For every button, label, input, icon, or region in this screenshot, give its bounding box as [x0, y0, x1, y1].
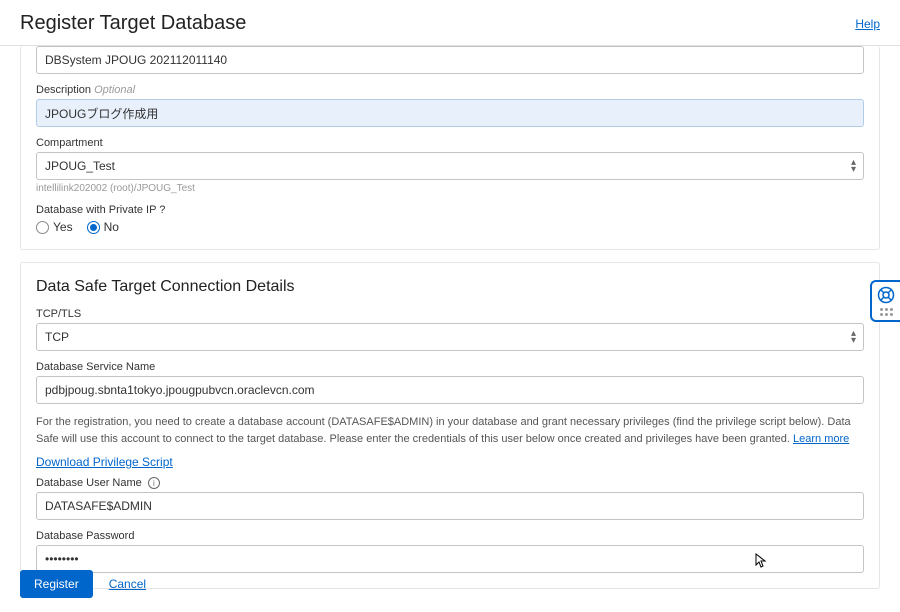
- db-password-label: Database Password: [36, 530, 864, 542]
- radio-yes-label: Yes: [53, 220, 73, 234]
- registration-hint: For the registration, you need to create…: [36, 414, 864, 447]
- compartment-label: Compartment: [36, 137, 864, 149]
- compartment-select[interactable]: [36, 152, 864, 180]
- grid-dots-icon: [880, 308, 893, 316]
- page-title: Register Target Database: [20, 12, 246, 35]
- service-name-label: Database Service Name: [36, 361, 864, 373]
- db-user-label: Database User Name i: [36, 477, 864, 489]
- private-ip-label: Database with Private IP ?: [36, 204, 864, 216]
- help-widget[interactable]: [870, 280, 900, 322]
- learn-more-link[interactable]: Learn more: [793, 433, 849, 445]
- private-ip-yes-radio[interactable]: Yes: [36, 220, 73, 234]
- description-input[interactable]: [36, 99, 864, 127]
- compartment-breadcrumb: intellilink202002 (root)/JPOUG_Test: [36, 183, 864, 194]
- lifebuoy-icon: [877, 286, 895, 304]
- connection-details-title: Data Safe Target Connection Details: [36, 278, 864, 296]
- tcptls-label: TCP/TLS: [36, 308, 864, 320]
- dbsystem-name-input[interactable]: [36, 46, 864, 74]
- tcptls-select[interactable]: [36, 323, 864, 351]
- register-button[interactable]: Register: [20, 570, 93, 598]
- help-link[interactable]: Help: [855, 17, 880, 31]
- service-name-input[interactable]: [36, 376, 864, 404]
- download-privilege-script-link[interactable]: Download Privilege Script: [36, 455, 173, 469]
- radio-no-label: No: [104, 220, 119, 234]
- info-icon[interactable]: i: [148, 477, 160, 489]
- db-user-input[interactable]: [36, 492, 864, 520]
- connection-details-panel: Data Safe Target Connection Details TCP/…: [20, 262, 880, 589]
- main-info-panel: Description Optional Compartment ▴▾ inte…: [20, 46, 880, 250]
- private-ip-no-radio[interactable]: No: [87, 220, 119, 234]
- description-label: Description Optional: [36, 84, 864, 96]
- cancel-button[interactable]: Cancel: [109, 577, 146, 591]
